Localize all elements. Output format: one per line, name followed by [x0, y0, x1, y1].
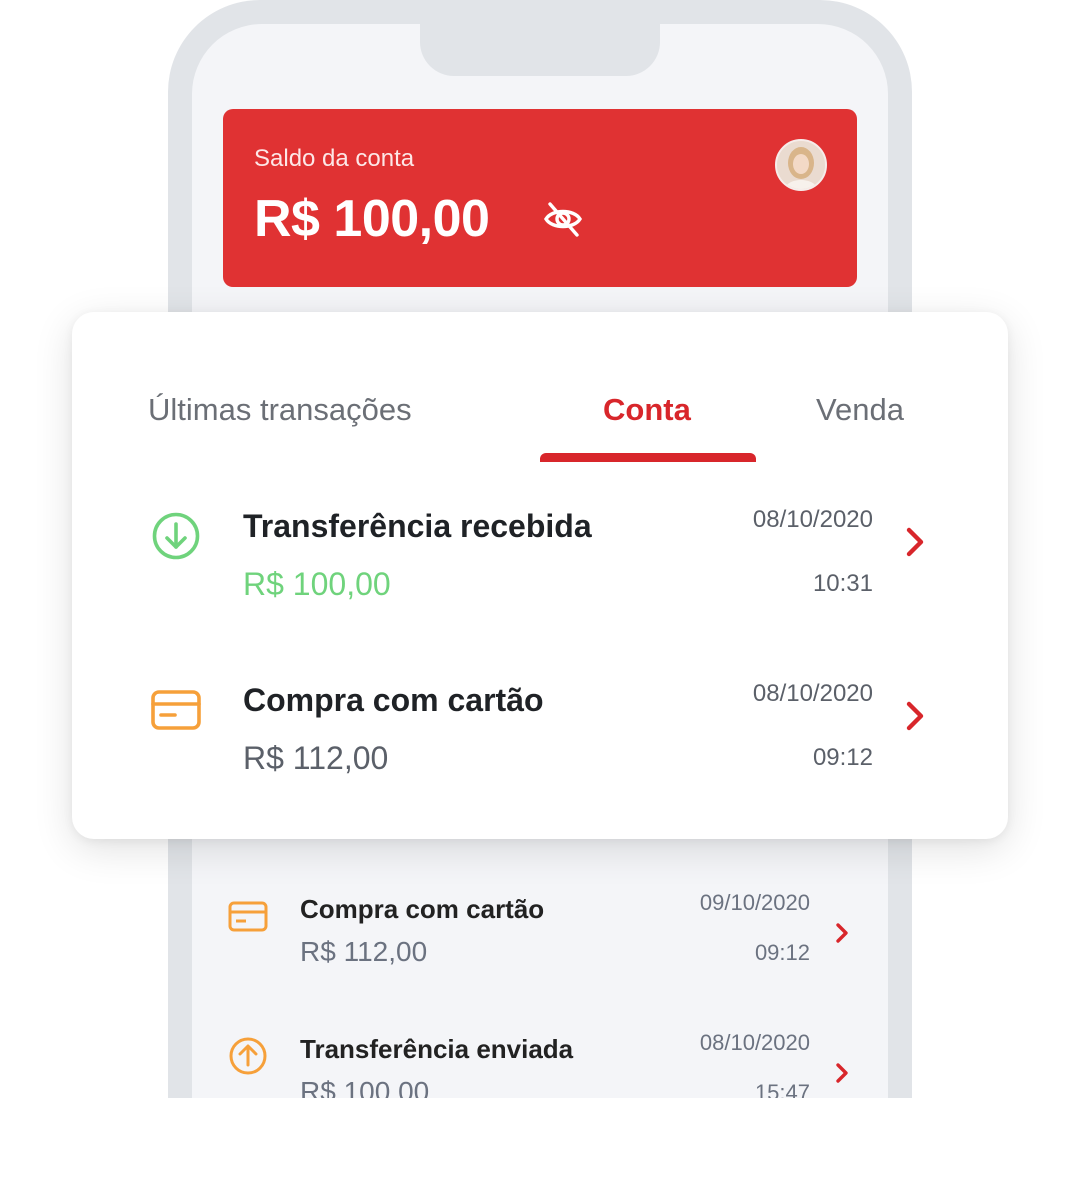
chevron-right-icon: [906, 527, 924, 557]
transaction-time: 09:12: [754, 940, 810, 965]
balance-value: R$ 100,00: [254, 190, 490, 248]
list-item[interactable]: Transferência enviada R$ 100,00 08/10/20…: [192, 1024, 888, 1098]
balance-card: Saldo da conta R$ 100,00: [223, 109, 857, 287]
transaction-time: 09:12: [812, 744, 873, 771]
credit-card-icon: [228, 901, 268, 932]
transaction-title: Compra com cartão: [300, 894, 545, 924]
transaction-date: 08/10/2020: [699, 1030, 810, 1055]
avatar[interactable]: [775, 139, 827, 191]
transaction-amount: R$ 100,00: [243, 566, 391, 602]
transaction-row[interactable]: Compra com cartão R$ 112,00 08/10/2020 0…: [72, 678, 1008, 828]
tab-latest-transactions[interactable]: Últimas transações: [148, 392, 412, 428]
balance-label: Saldo da conta: [254, 145, 415, 172]
transaction-time: 10:31: [812, 570, 873, 597]
arrow-up-circle-icon: [229, 1037, 267, 1075]
active-tab-indicator: [540, 453, 756, 462]
transaction-date: 08/10/2020: [752, 506, 873, 533]
transactions-card: Últimas transações Conta Venda Transferê…: [72, 312, 1008, 839]
transaction-title: Compra com cartão: [243, 682, 544, 718]
transaction-title: Transferência recebida: [243, 508, 592, 544]
credit-card-icon: [151, 690, 201, 730]
chevron-right-icon: [836, 923, 848, 943]
transaction-amount: R$ 112,00: [300, 936, 428, 967]
transaction-title: Transferência enviada: [300, 1034, 574, 1064]
transaction-time: 15:47: [754, 1080, 810, 1098]
phone-notch: [420, 24, 660, 76]
arrow-down-circle-icon: [152, 512, 200, 560]
tab-conta[interactable]: Conta: [603, 392, 691, 428]
transaction-amount: R$ 100,00: [300, 1076, 430, 1098]
eye-off-icon[interactable]: [541, 197, 585, 241]
transaction-amount: R$ 112,00: [243, 740, 389, 776]
transaction-date: 09/10/2020: [699, 890, 810, 915]
chevron-right-icon: [836, 1063, 848, 1083]
chevron-right-icon: [906, 701, 924, 731]
transaction-date: 08/10/2020: [752, 680, 873, 707]
list-item[interactable]: Compra com cartão R$ 112,00 09/10/2020 0…: [192, 884, 888, 984]
transaction-row[interactable]: Transferência recebida R$ 100,00 08/10/2…: [72, 504, 1008, 654]
tab-venda[interactable]: Venda: [816, 392, 904, 428]
